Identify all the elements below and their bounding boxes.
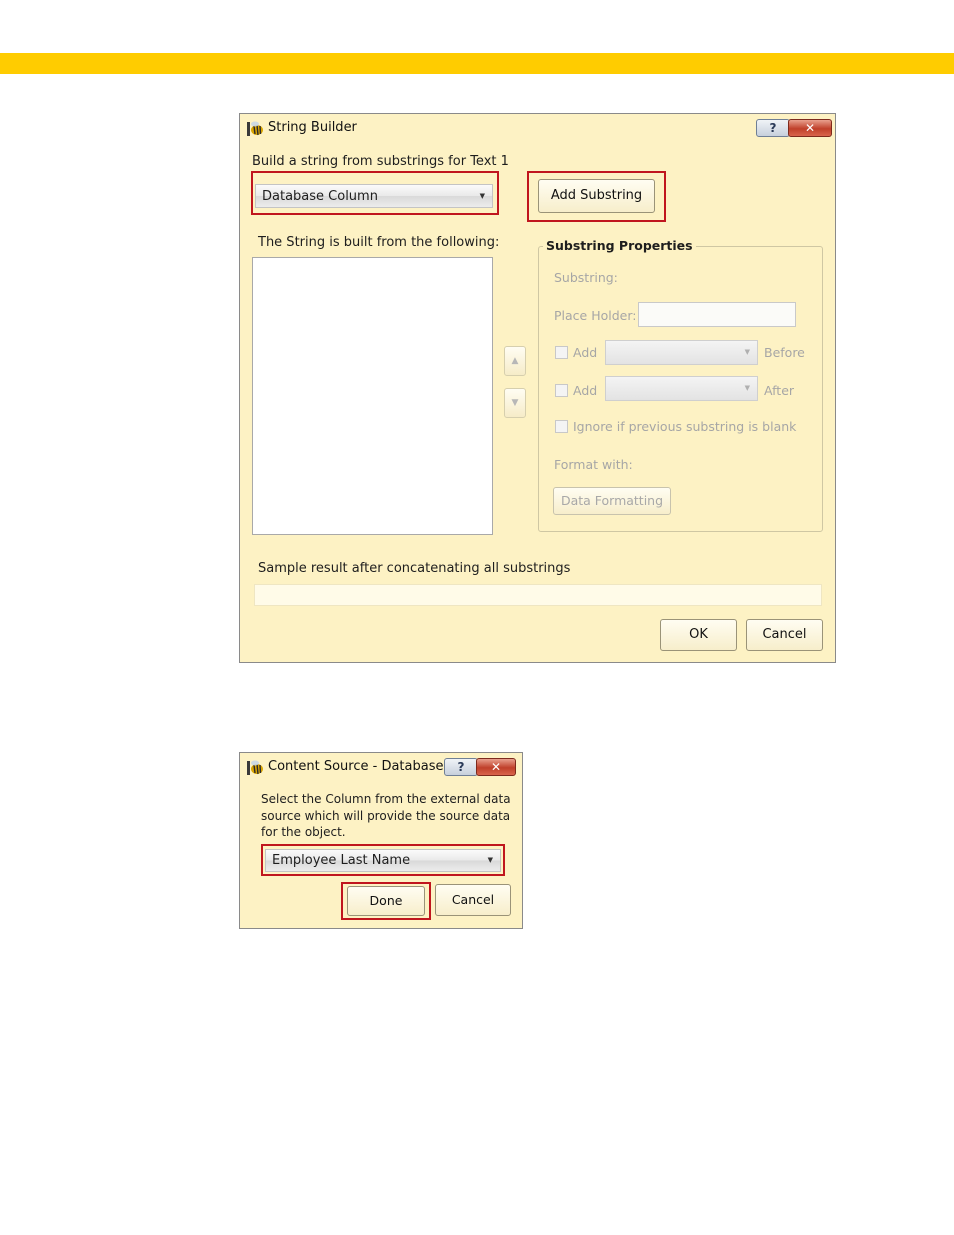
add-before-checkbox[interactable] [555, 346, 568, 359]
after-dropdown[interactable]: ▼ [605, 376, 758, 401]
close-button[interactable]: ✕ [788, 119, 832, 137]
ignore-blank-label: Ignore if previous substring is blank [573, 419, 797, 434]
dialog-title: String Builder [268, 120, 357, 135]
dropdown-arrow-icon: ▼ [744, 384, 750, 392]
instruction-label: Build a string from substrings for Text … [252, 154, 509, 169]
top-color-band [0, 53, 954, 74]
instruction-line: for the object. [261, 825, 346, 839]
close-icon: ✕ [490, 760, 502, 774]
help-button[interactable]: ? [444, 758, 478, 776]
add-substring-button[interactable]: Add Substring [538, 179, 655, 213]
string-builder-dialog: String Builder ? ✕ Build a string from s… [239, 113, 836, 663]
data-formatting-button[interactable]: Data Formatting [553, 487, 671, 515]
close-button[interactable]: ✕ [476, 758, 516, 776]
sample-result-label: Sample result after concatenating all su… [258, 561, 571, 576]
done-button[interactable]: Done [347, 886, 425, 916]
format-with-label: Format with: [554, 457, 633, 472]
cancel-label: Cancel [451, 892, 495, 907]
cancel-button[interactable]: Cancel [435, 884, 511, 916]
add-after-label: Add [573, 383, 598, 398]
content-source-dialog: Content Source - Database ? ✕ Select the… [239, 752, 523, 929]
instruction-text: Select the Column from the external data… [261, 791, 511, 841]
ignore-blank-checkbox[interactable] [555, 420, 568, 433]
title-bar[interactable]: String Builder ? ✕ [240, 114, 835, 142]
cancel-label: Cancel [762, 627, 807, 642]
dropdown-arrow-icon: ▼ [487, 856, 493, 864]
column-dropdown[interactable]: Employee Last Name ▼ [265, 849, 501, 872]
move-down-icon: ▼ [511, 398, 519, 408]
add-after-checkbox[interactable] [555, 384, 568, 397]
cancel-button[interactable]: Cancel [746, 619, 823, 651]
string-list-label: The String is built from the following: [258, 235, 500, 250]
instruction-line: source which will provide the source dat… [261, 808, 511, 823]
ok-label: OK [689, 627, 708, 642]
column-value: Employee Last Name [272, 853, 411, 868]
add-substring-label: Add Substring [550, 188, 643, 203]
app-bee-icon [247, 760, 263, 775]
after-label: After [764, 383, 795, 398]
dropdown-arrow-icon: ▼ [744, 348, 750, 356]
placeholder-label: Place Holder: [554, 308, 637, 323]
add-before-label: Add [573, 345, 598, 360]
help-button[interactable]: ? [756, 119, 790, 137]
data-formatting-label: Data Formatting [560, 493, 664, 508]
move-down-button[interactable]: ▼ [504, 388, 526, 418]
ok-button[interactable]: OK [660, 619, 737, 651]
substring-properties-title: Substring Properties [543, 238, 696, 253]
close-icon: ✕ [804, 121, 816, 135]
help-icon: ? [769, 121, 777, 135]
dialog-title: Content Source - Database [268, 759, 444, 774]
sample-result-field [254, 584, 822, 606]
source-type-dropdown[interactable]: Database Column ▼ [255, 184, 493, 208]
dropdown-arrow-icon: ▼ [479, 192, 485, 200]
title-bar[interactable]: Content Source - Database ? ✕ [240, 753, 522, 781]
placeholder-input[interactable] [638, 302, 796, 327]
before-dropdown[interactable]: ▼ [605, 340, 758, 365]
move-up-button[interactable]: ▲ [504, 346, 526, 376]
substring-list[interactable] [252, 257, 493, 535]
instruction-line: Select the Column from the external data [261, 792, 511, 806]
before-label: Before [764, 345, 805, 360]
app-bee-icon [247, 121, 263, 136]
substring-label: Substring: [554, 270, 618, 285]
done-label: Done [369, 893, 403, 908]
source-type-value: Database Column [262, 189, 378, 204]
move-up-icon: ▲ [511, 356, 519, 366]
help-icon: ? [457, 760, 465, 774]
